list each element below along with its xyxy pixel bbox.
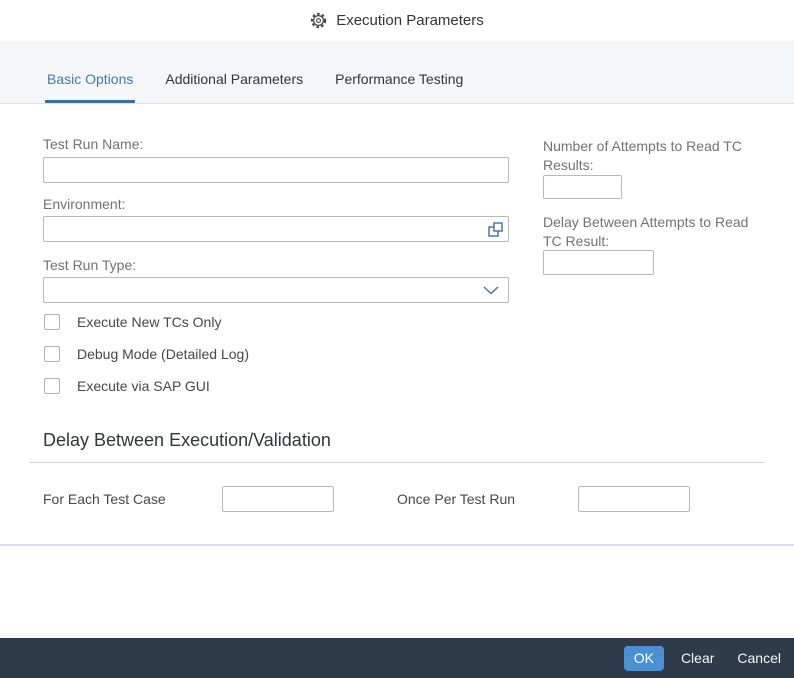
ok-button[interactable]: OK: [624, 646, 664, 671]
environment-label: Environment:: [43, 196, 125, 212]
environment-input[interactable]: [44, 217, 482, 241]
checkbox-label: Debug Mode (Detailed Log): [77, 346, 249, 362]
cancel-button[interactable]: Cancel: [737, 650, 781, 666]
checkbox-label: Execute via SAP GUI: [77, 378, 210, 394]
dialog-title: Execution Parameters: [336, 12, 484, 29]
attempts-input[interactable]: [543, 175, 622, 199]
once-per-test-run-input[interactable]: [578, 486, 690, 512]
execution-parameters-dialog: Execution Parameters Basic Options Addit…: [0, 0, 794, 678]
checkbox-label: Execute New TCs Only: [77, 314, 221, 330]
bottom-divider: [0, 544, 794, 546]
once-per-test-run-label: Once Per Test Run: [397, 491, 515, 507]
value-help-icon[interactable]: [482, 217, 508, 241]
test-run-type-select[interactable]: [43, 277, 509, 303]
clear-button[interactable]: Clear: [681, 650, 714, 666]
attempts-label: Number of Attempts to Read TC Results:: [543, 137, 743, 175]
test-run-name-label: Test Run Name:: [43, 136, 143, 152]
delay-attempts-label: Delay Between Attempts to Read TC Result…: [543, 213, 753, 251]
checkbox-box[interactable]: [44, 314, 60, 330]
delay-section-heading: Delay Between Execution/Validation: [43, 430, 331, 451]
tab-additional-parameters[interactable]: Additional Parameters: [163, 71, 305, 103]
for-each-test-case-label: For Each Test Case: [43, 491, 166, 507]
dialog-footer: OK Clear Cancel: [0, 638, 794, 678]
test-run-type-value[interactable]: [44, 278, 474, 302]
chevron-down-icon[interactable]: [474, 278, 508, 302]
gear-icon: [310, 12, 327, 29]
delay-attempts-input[interactable]: [543, 250, 654, 275]
environment-field: [43, 216, 509, 242]
dialog-header: Execution Parameters: [0, 0, 794, 41]
checkbox-box[interactable]: [44, 346, 60, 362]
tab-strip: Basic Options Additional Parameters Perf…: [0, 41, 794, 104]
section-divider: [30, 462, 764, 463]
checkbox-box[interactable]: [44, 378, 60, 394]
test-run-name-input[interactable]: [43, 157, 509, 183]
tab-performance-testing[interactable]: Performance Testing: [333, 71, 465, 103]
tab-basic-options[interactable]: Basic Options: [45, 71, 135, 103]
test-run-type-label: Test Run Type:: [43, 257, 136, 273]
checkbox-execute-via-sap-gui[interactable]: Execute via SAP GUI: [44, 378, 210, 394]
checkbox-execute-new-tcs-only[interactable]: Execute New TCs Only: [44, 314, 221, 330]
checkbox-debug-mode[interactable]: Debug Mode (Detailed Log): [44, 346, 249, 362]
for-each-test-case-input[interactable]: [222, 486, 334, 512]
